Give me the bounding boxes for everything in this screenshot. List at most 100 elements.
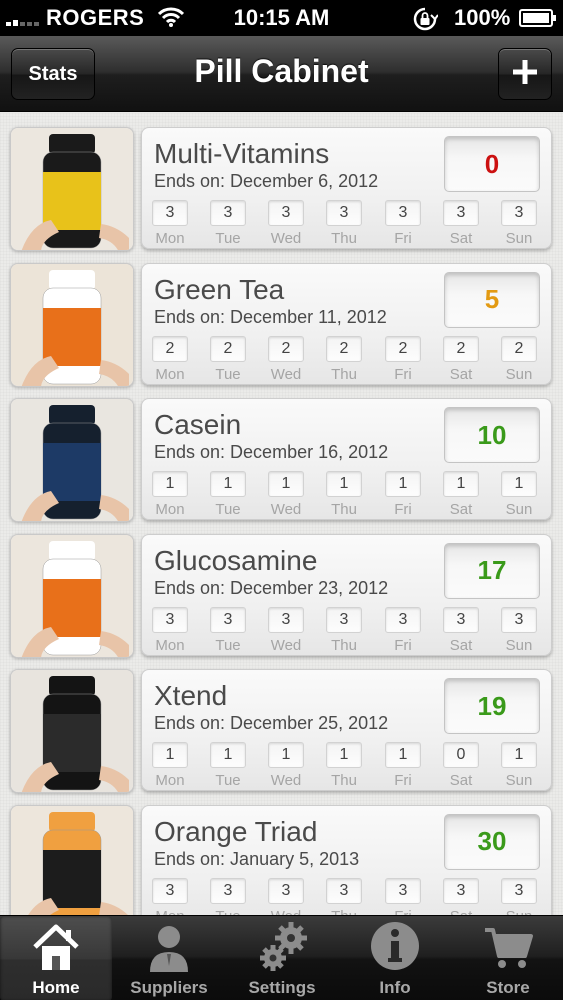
day-dose[interactable]: 1 Thu	[324, 742, 364, 789]
dose-quantity[interactable]: 2	[385, 335, 421, 362]
day-dose[interactable]: 3 Mon	[150, 200, 190, 247]
pill-row[interactable]: Orange TriadEnds on: January 5, 2013 30 3 M…	[0, 791, 563, 915]
day-dose[interactable]: 3 Sun	[499, 200, 539, 247]
dose-quantity[interactable]: 1	[501, 471, 537, 497]
day-dose[interactable]: 1 Tue	[208, 471, 248, 518]
dose-quantity[interactable]: 3	[268, 200, 304, 226]
dose-quantity[interactable]: 1	[268, 742, 304, 768]
dose-quantity[interactable]: 3	[385, 877, 421, 904]
day-dose[interactable]: 3 Thu	[324, 200, 364, 247]
day-dose[interactable]: 1 Mon	[150, 742, 190, 789]
day-dose[interactable]: 1 Wed	[266, 471, 306, 518]
day-dose[interactable]: 3 Thu	[324, 877, 364, 915]
dose-quantity[interactable]: 1	[501, 742, 537, 768]
day-dose[interactable]: 3 Fri	[383, 200, 423, 247]
day-dose[interactable]: 3 Fri	[383, 877, 423, 915]
dose-quantity[interactable]: 3	[326, 606, 362, 633]
dose-quantity[interactable]: 2	[210, 335, 246, 362]
dose-quantity[interactable]: 3	[443, 877, 479, 904]
day-dose[interactable]: 3 Sat	[441, 200, 481, 247]
tab-suppliers[interactable]: Suppliers	[113, 916, 225, 1000]
day-dose[interactable]: 2 Thu	[324, 335, 364, 383]
day-dose[interactable]: 1 Fri	[383, 742, 423, 789]
dose-quantity[interactable]: 3	[210, 877, 246, 904]
dose-quantity[interactable]: 3	[501, 606, 537, 633]
dose-quantity[interactable]: 3	[268, 606, 304, 633]
dose-quantity[interactable]: 2	[443, 335, 479, 362]
dose-quantity[interactable]: 3	[152, 200, 188, 226]
day-dose[interactable]: 2 Fri	[383, 335, 423, 383]
day-dose[interactable]: 3 Tue	[208, 877, 248, 915]
day-dose[interactable]: 3 Wed	[266, 606, 306, 654]
day-dose[interactable]: 1 Sat	[441, 471, 481, 518]
dose-quantity[interactable]: 3	[326, 877, 362, 904]
day-dose[interactable]: 3 Sat	[441, 877, 481, 915]
dose-quantity[interactable]: 3	[385, 606, 421, 633]
dose-quantity[interactable]: 1	[385, 742, 421, 768]
day-dose[interactable]: 3 Thu	[324, 606, 364, 654]
pill-row[interactable]: Casein Ends on: December 16, 2012 10 1 Mon 1 T…	[0, 384, 563, 522]
day-dose[interactable]: 3 Tue	[208, 200, 248, 247]
add-button[interactable]	[498, 48, 552, 100]
dose-quantity[interactable]: 2	[268, 335, 304, 362]
pill-card[interactable]: Green Tea Ends on: December 11, 2012 5 2 Mon…	[141, 262, 552, 385]
day-dose[interactable]: 1 Wed	[266, 742, 306, 789]
dose-quantity[interactable]: 1	[385, 471, 421, 497]
day-dose[interactable]: 2 Sat	[441, 335, 481, 383]
dose-quantity[interactable]: 3	[152, 877, 188, 904]
day-dose[interactable]: 3 Tue	[208, 606, 248, 654]
day-dose[interactable]: 1 Sun	[499, 471, 539, 518]
pill-row[interactable]: Multi-Vitamins Ends on: December 6, 2012 0…	[0, 113, 563, 251]
pill-row[interactable]: Glucosamine Ends on: December 23, 2012 17 3…	[0, 520, 563, 658]
day-dose[interactable]: 3 Mon	[150, 606, 190, 654]
pill-card[interactable]: Orange TriadEnds on: January 5, 2013 30 3 M…	[141, 804, 552, 915]
day-dose[interactable]: 3 Wed	[266, 200, 306, 247]
dose-quantity[interactable]: 2	[326, 335, 362, 362]
pill-card[interactable]: Glucosamine Ends on: December 23, 2012 17 3…	[141, 533, 552, 656]
dose-quantity[interactable]: 1	[443, 471, 479, 497]
dose-quantity[interactable]: 3	[501, 877, 537, 904]
dose-quantity[interactable]: 1	[326, 742, 362, 768]
dose-quantity[interactable]: 3	[210, 200, 246, 226]
pill-row[interactable]: Green Tea Ends on: December 11, 2012 5 2 Mon…	[0, 249, 563, 387]
day-dose[interactable]: 3 Wed	[266, 877, 306, 915]
day-dose[interactable]: 3 Sun	[499, 606, 539, 654]
pill-row[interactable]: Xtend Ends on: December 25, 2012 19 1 Mon 1 Tu…	[0, 655, 563, 793]
dose-quantity[interactable]: 3	[326, 200, 362, 226]
dose-quantity[interactable]: 1	[210, 471, 246, 497]
day-dose[interactable]: 2 Tue	[208, 335, 248, 383]
day-dose[interactable]: 1 Sun	[499, 742, 539, 789]
dose-quantity[interactable]: 2	[501, 335, 537, 362]
dose-quantity[interactable]: 1	[152, 471, 188, 497]
day-dose[interactable]: 3 Sat	[441, 606, 481, 654]
day-dose[interactable]: 0 Sat	[441, 742, 481, 789]
dose-quantity[interactable]: 3	[210, 606, 246, 633]
dose-quantity[interactable]: 1	[268, 471, 304, 497]
pill-card[interactable]: Casein Ends on: December 16, 2012 10 1 Mon 1 T…	[141, 398, 552, 520]
pill-card[interactable]: Multi-Vitamins Ends on: December 6, 2012 0…	[141, 127, 552, 249]
day-dose[interactable]: 3 Fri	[383, 606, 423, 654]
tab-info[interactable]: Info	[339, 916, 451, 1000]
tab-home[interactable]: Home	[0, 916, 112, 1000]
pill-card[interactable]: Xtend Ends on: December 25, 2012 19 1 Mon 1 Tu…	[141, 669, 552, 791]
dose-quantity[interactable]: 3	[385, 200, 421, 226]
day-dose[interactable]: 1 Mon	[150, 471, 190, 518]
day-dose[interactable]: 1 Fri	[383, 471, 423, 518]
dose-quantity[interactable]: 3	[443, 200, 479, 226]
pill-list[interactable]: Multi-Vitamins Ends on: December 6, 2012 0…	[0, 113, 563, 915]
tab-store[interactable]: Store	[452, 916, 563, 1000]
day-dose[interactable]: 3 Mon	[150, 877, 190, 915]
dose-quantity[interactable]: 2	[152, 335, 188, 362]
dose-quantity[interactable]: 1	[210, 742, 246, 768]
dose-quantity[interactable]: 3	[443, 606, 479, 633]
dose-quantity[interactable]: 3	[501, 200, 537, 226]
dose-quantity[interactable]: 0	[443, 742, 479, 768]
tab-settings[interactable]: Settings	[226, 916, 338, 1000]
dose-quantity[interactable]: 1	[152, 742, 188, 768]
day-dose[interactable]: 2 Wed	[266, 335, 306, 383]
day-dose[interactable]: 1 Thu	[324, 471, 364, 518]
dose-quantity[interactable]: 1	[326, 471, 362, 497]
day-dose[interactable]: 3 Sun	[499, 877, 539, 915]
day-dose[interactable]: 2 Sun	[499, 335, 539, 383]
day-dose[interactable]: 1 Tue	[208, 742, 248, 789]
